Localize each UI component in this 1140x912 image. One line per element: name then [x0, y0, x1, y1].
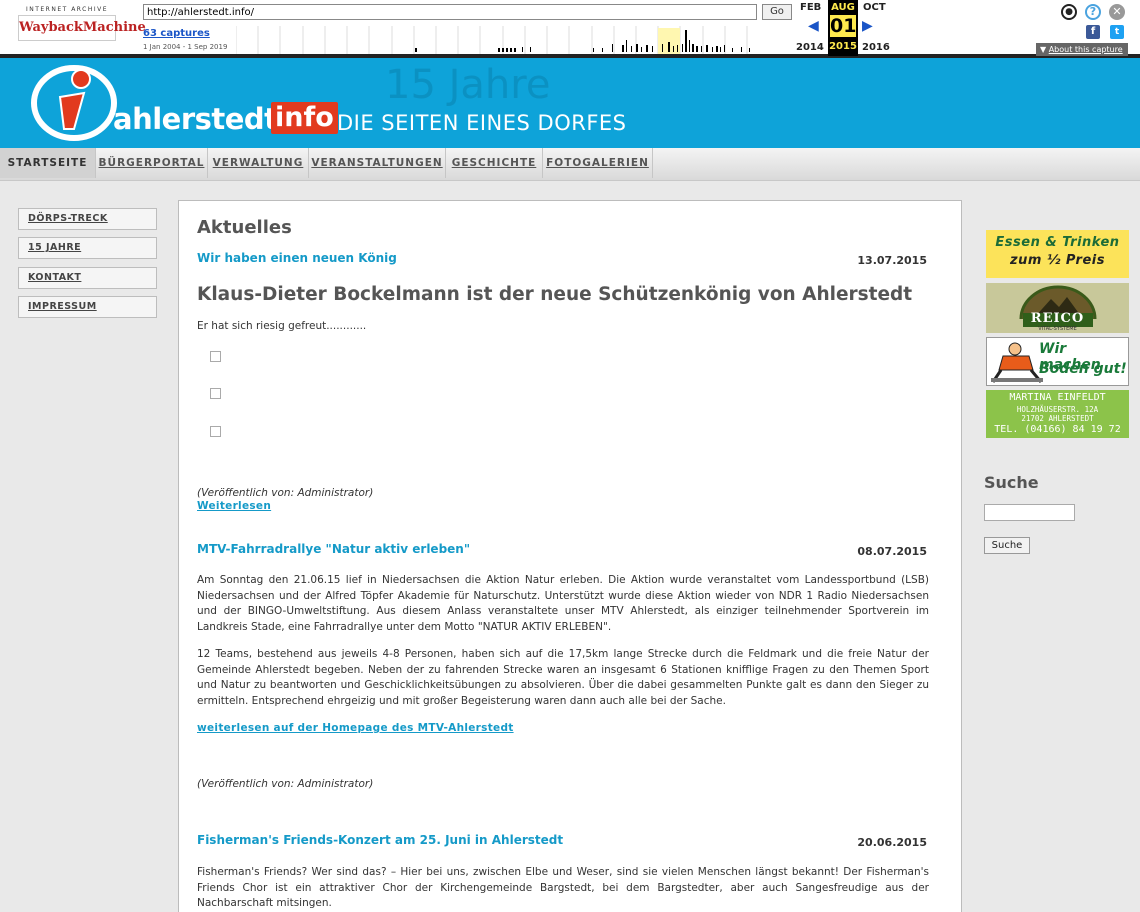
- article-published: (Veröffentlich von: Administrator): [197, 778, 374, 790]
- image-placeholder-icon: [210, 426, 221, 437]
- page-title: Aktuelles: [197, 217, 292, 238]
- article-date: 08.07.2015: [857, 545, 927, 558]
- sidebar-item-kontakt[interactable]: KONTAKT: [18, 267, 157, 289]
- help-icon[interactable]: ?: [1085, 4, 1101, 20]
- article-date: 13.07.2015: [857, 254, 927, 267]
- nav-item-geschichte[interactable]: GESCHICHTE: [446, 148, 543, 178]
- ad-einfeldt-street: HOLZHÄUSERSTR. 12A: [1016, 405, 1099, 414]
- nav-item-fotogalerien[interactable]: FOTOGALERIEN: [543, 148, 653, 178]
- image-placeholder-icon: [210, 388, 221, 399]
- wayback-calendar: FEB OCT ◀ ▶ 2014 2016 AUG 01 2015: [794, 0, 894, 56]
- article-published: (Veröffentlich von: Administrator): [197, 487, 374, 499]
- article-paragraph: Fisherman's Friends? Wer sind das? – Hie…: [197, 866, 929, 909]
- main-content: Aktuelles Wir haben einen neuen König 13…: [178, 200, 962, 912]
- current-year: 2015: [829, 41, 857, 52]
- ad-boden-line2: Boden gut!: [1039, 361, 1127, 377]
- about-capture-label: About this capture: [1048, 45, 1123, 54]
- prev-month[interactable]: FEB: [800, 2, 821, 13]
- user-icon[interactable]: ●: [1061, 4, 1077, 20]
- wayback-go-button[interactable]: Go: [762, 4, 792, 20]
- ad-einfeldt-name: MARTINA EINFELDT: [1009, 392, 1106, 403]
- ad-reico[interactable]: REICO VITAL-SYSTEME: [986, 283, 1129, 333]
- site-logo-icon[interactable]: [30, 63, 120, 141]
- article-date: 20.06.2015: [857, 836, 927, 849]
- close-icon[interactable]: ✕: [1109, 4, 1125, 20]
- search-input[interactable]: [984, 504, 1075, 521]
- article-paragraph: 12 Teams, bestehend aus jeweils 4-8 Pers…: [197, 648, 929, 707]
- article-text: Er hat sich riesig gefreut............: [197, 320, 367, 332]
- prev-capture-arrow-icon[interactable]: ◀: [808, 18, 819, 34]
- facebook-icon[interactable]: f: [1086, 25, 1100, 39]
- wayback-captures-link[interactable]: 63 captures: [143, 28, 210, 39]
- ad-reico-name: REICO: [1030, 311, 1085, 326]
- ad-essen-line1: Essen & Trinken: [995, 235, 1120, 250]
- next-capture-arrow-icon[interactable]: ▶: [862, 18, 873, 34]
- article-paragraph: Am Sonntag den 21.06.15 lief in Niedersa…: [197, 574, 929, 633]
- nav-item-verwaltung[interactable]: VERWALTUNG: [208, 148, 309, 178]
- site-slogan: DIE SEITEN EINES DORFES: [337, 111, 627, 135]
- read-more-link[interactable]: weiterlesen auf der Homepage des MTV-Ahl…: [197, 722, 514, 734]
- sidebar-item-impressum[interactable]: IMPRESSUM: [18, 296, 157, 318]
- nav-item-veranstaltungen[interactable]: VERANSTALTUNGEN: [309, 148, 446, 178]
- article-headline: Klaus-Dieter Bockelmann ist der neue Sch…: [197, 284, 913, 305]
- ad-boden[interactable]: Wir machen Boden gut!: [986, 337, 1129, 386]
- nav-item-startseite[interactable]: STARTSEITE: [0, 148, 96, 178]
- main-nav: STARTSEITE BÜRGERPORTAL VERWALTUNG VERAN…: [0, 148, 1140, 181]
- current-month: AUG: [831, 2, 855, 13]
- search-heading: Suche: [984, 473, 1039, 492]
- next-year[interactable]: 2016: [862, 42, 890, 53]
- wayback-logo[interactable]: INTERNET ARCHIVE WaybackMachine: [18, 6, 146, 48]
- image-placeholder-icon: [210, 351, 221, 362]
- jubilee-watermark: 15 Jahre: [385, 62, 551, 108]
- twitter-icon[interactable]: t: [1110, 25, 1124, 39]
- article-title[interactable]: MTV-Fahrradrallye "Natur aktiv erleben": [197, 542, 470, 556]
- about-capture-button[interactable]: ▼ About this capture: [1036, 43, 1128, 56]
- read-more-link[interactable]: Weiterlesen: [197, 500, 271, 512]
- ad-einfeldt-tel: TEL. (04166) 84 19 72: [994, 424, 1121, 435]
- worker-illustration-icon: [991, 342, 1043, 383]
- ad-essen-trinken[interactable]: Essen & Trinken zum ½ Preis: [986, 230, 1129, 278]
- article-title[interactable]: Fisherman's Friends-Konzert am 25. Juni …: [197, 833, 563, 847]
- prev-year[interactable]: 2014: [796, 42, 824, 53]
- current-day: 01: [830, 15, 857, 37]
- search-button[interactable]: Suche: [984, 537, 1030, 554]
- nav-item-buergerportal[interactable]: BÜRGERPORTAL: [96, 148, 208, 178]
- current-capture: AUG 01 2015: [828, 0, 858, 56]
- wayback-range: 1 Jan 2004 - 1 Sep 2019: [143, 43, 228, 51]
- wayback-toolbar: INTERNET ARCHIVE WaybackMachine Go 63 ca…: [0, 0, 1140, 58]
- site-header: 15 Jahre ahlerstedt. info DIE SEITEN EIN…: [0, 58, 1140, 148]
- wayback-url-input[interactable]: [143, 4, 757, 20]
- ad-einfeldt-city: 21702 AHLERSTEDT: [1021, 414, 1094, 423]
- wayback-sparkline[interactable]: [236, 26, 770, 54]
- site-tld-badge: info: [271, 102, 338, 134]
- article-title[interactable]: Wir haben einen neuen König: [197, 251, 397, 265]
- sidebar-item-doerps-treck[interactable]: DÖRPS-TRECK: [18, 208, 157, 230]
- ad-reico-sub: VITAL-SYSTEME: [1038, 326, 1077, 332]
- ad-essen-line2: zum ½ Preis: [1010, 253, 1105, 268]
- wayback-logo-top: INTERNET ARCHIVE: [25, 6, 109, 13]
- site-name: ahlerstedt.: [113, 102, 289, 136]
- sidebar-item-15-jahre[interactable]: 15 JAHRE: [18, 237, 157, 259]
- next-month[interactable]: OCT: [863, 2, 886, 13]
- wayback-logo-main: WaybackMachine: [18, 15, 146, 41]
- ad-einfeldt[interactable]: MARTINA EINFELDT HOLZHÄUSERSTR. 12A 2170…: [986, 390, 1129, 438]
